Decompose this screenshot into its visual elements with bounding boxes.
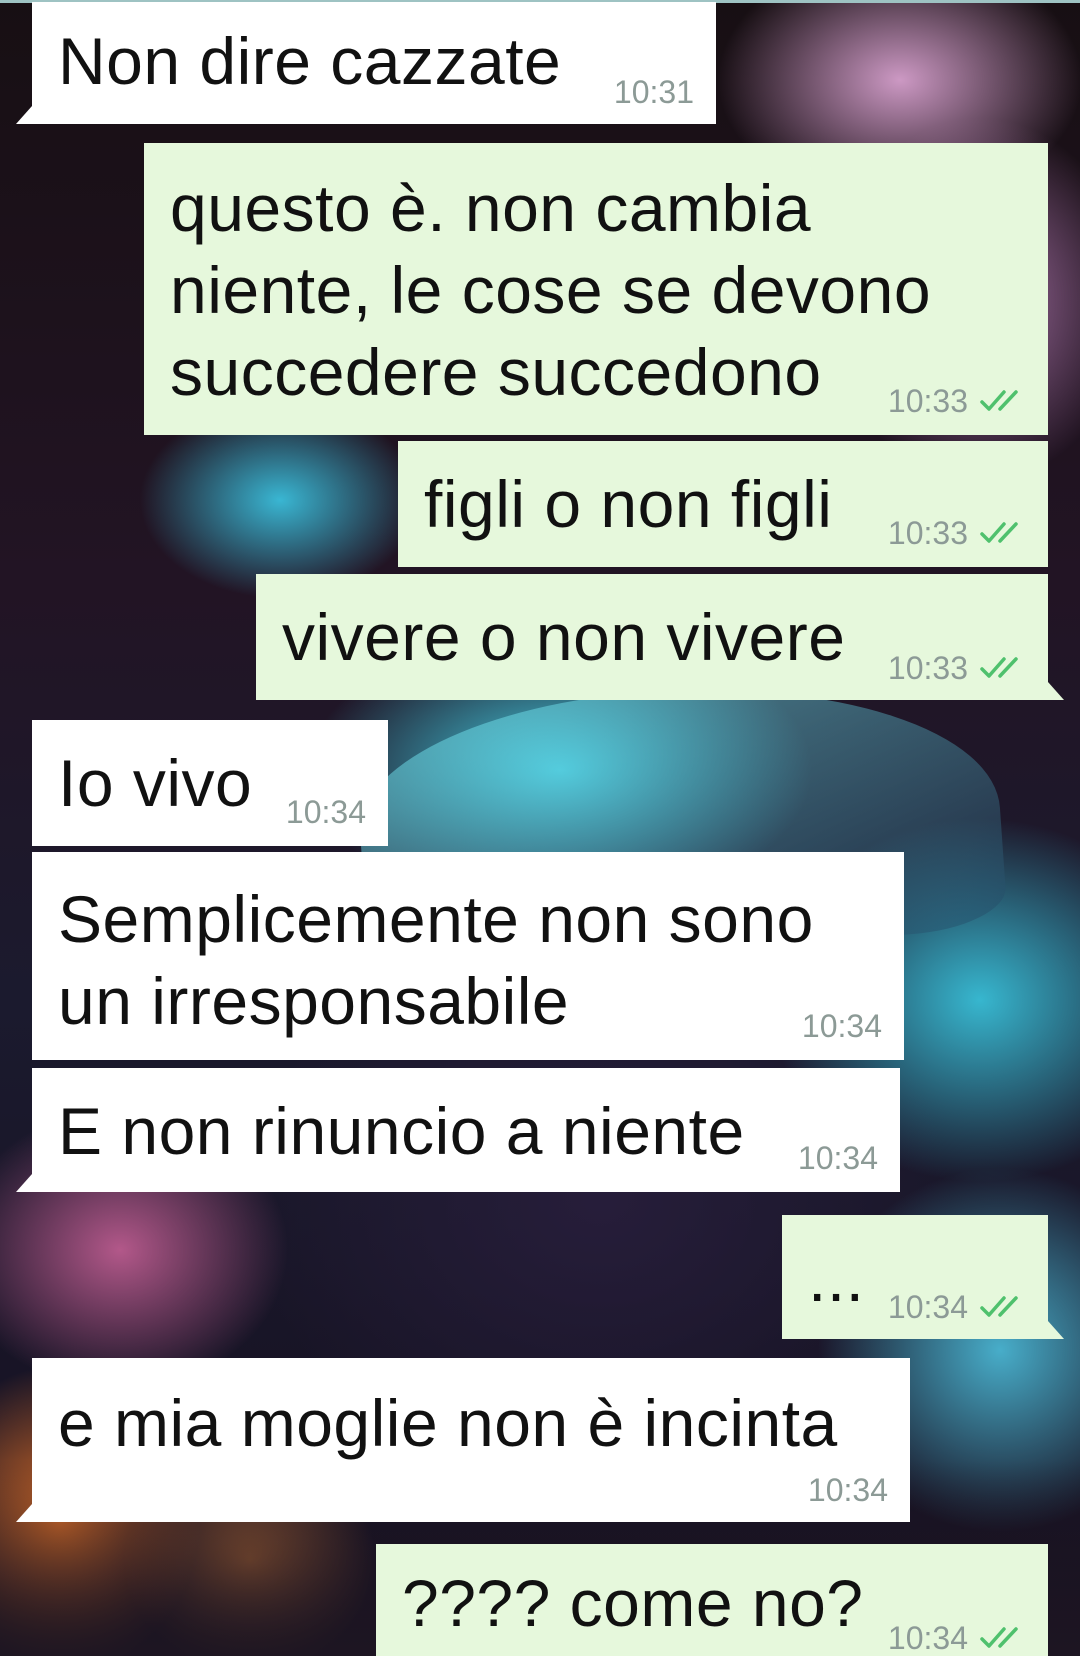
bubble-tail: [16, 106, 32, 124]
message-time: 10:34: [802, 1008, 882, 1044]
message-bubble-incoming[interactable]: e mia moglie non è incinta 10:34: [16, 1358, 910, 1522]
double-check-icon: [980, 657, 1018, 678]
message-text: e mia moglie non è incinta: [58, 1386, 838, 1460]
bubble-tail: [1048, 1321, 1064, 1339]
message-time-label: 10:34: [801, 1008, 882, 1044]
message-time-label: 10:34: [887, 1289, 968, 1325]
message-time-label: 10:34: [807, 1472, 888, 1508]
message-time: 10:34: [798, 1140, 878, 1176]
message-time: 10:34: [286, 794, 366, 830]
message-text: vivere o non vivere: [282, 600, 846, 674]
message-time-label: 10:34: [797, 1140, 878, 1176]
message-bubble-incoming[interactable]: E non rinuncio a niente 10:34: [16, 1068, 900, 1192]
message-bubble-outgoing[interactable]: questo è. non cambia niente, le cose se …: [144, 143, 1048, 435]
double-check-icon: [980, 522, 1018, 543]
message-bubble-incoming[interactable]: Io vivo 10:34: [32, 720, 388, 846]
message-text-line: succedere succedono: [170, 335, 822, 409]
message-time: 10:34: [808, 1472, 888, 1508]
message-text: Non dire cazzate: [58, 24, 562, 98]
message-bubble-outgoing[interactable]: figli o non figli 10:33: [398, 441, 1048, 567]
bubble-tail: [16, 1504, 32, 1522]
message-text-line: Semplicemente non sono: [58, 882, 814, 956]
message-text-line: niente, le cose se devono: [170, 253, 932, 327]
message-time-label: 10:33: [887, 383, 968, 419]
message-bubble-outgoing[interactable]: ???? come no? 10:34: [376, 1544, 1048, 1656]
message-meta: 10:33: [888, 383, 1026, 419]
message-time-label: 10:33: [887, 650, 968, 686]
message-text-line: un irresponsabile: [58, 964, 570, 1038]
message-time-label: 10:31: [613, 74, 694, 110]
message-meta: 10:34: [888, 1289, 1026, 1325]
message-bubble-incoming[interactable]: Non dire cazzate 10:31: [16, 2, 716, 124]
message-bubble-outgoing[interactable]: vivere o non vivere 10:33: [256, 574, 1064, 700]
bubble-tail: [1048, 682, 1064, 700]
message-text: ...: [808, 1241, 865, 1315]
message-time: 10:31: [614, 74, 694, 110]
message-text: Io vivo: [58, 746, 253, 820]
message-time-label: 10:34: [887, 1620, 968, 1656]
message-meta: 10:33: [888, 515, 1026, 551]
double-check-icon: [980, 1296, 1018, 1317]
bubble-tail: [16, 1174, 32, 1192]
message-text: E non rinuncio a niente: [58, 1094, 745, 1168]
message-text-line: questo è. non cambia: [170, 171, 812, 245]
message-meta: 10:34: [888, 1620, 1026, 1656]
message-text: figli o non figli: [424, 467, 833, 541]
message-time-label: 10:34: [285, 794, 366, 830]
message-bubble-incoming[interactable]: Semplicemente non sono un irresponsabile…: [32, 852, 904, 1060]
message-meta: 10:33: [888, 650, 1026, 686]
message-time-label: 10:33: [887, 515, 968, 551]
double-check-icon: [980, 390, 1018, 411]
double-check-icon: [980, 1627, 1018, 1648]
message-bubble-outgoing[interactable]: ... 10:34: [782, 1215, 1064, 1339]
message-text: ???? come no?: [402, 1566, 864, 1640]
